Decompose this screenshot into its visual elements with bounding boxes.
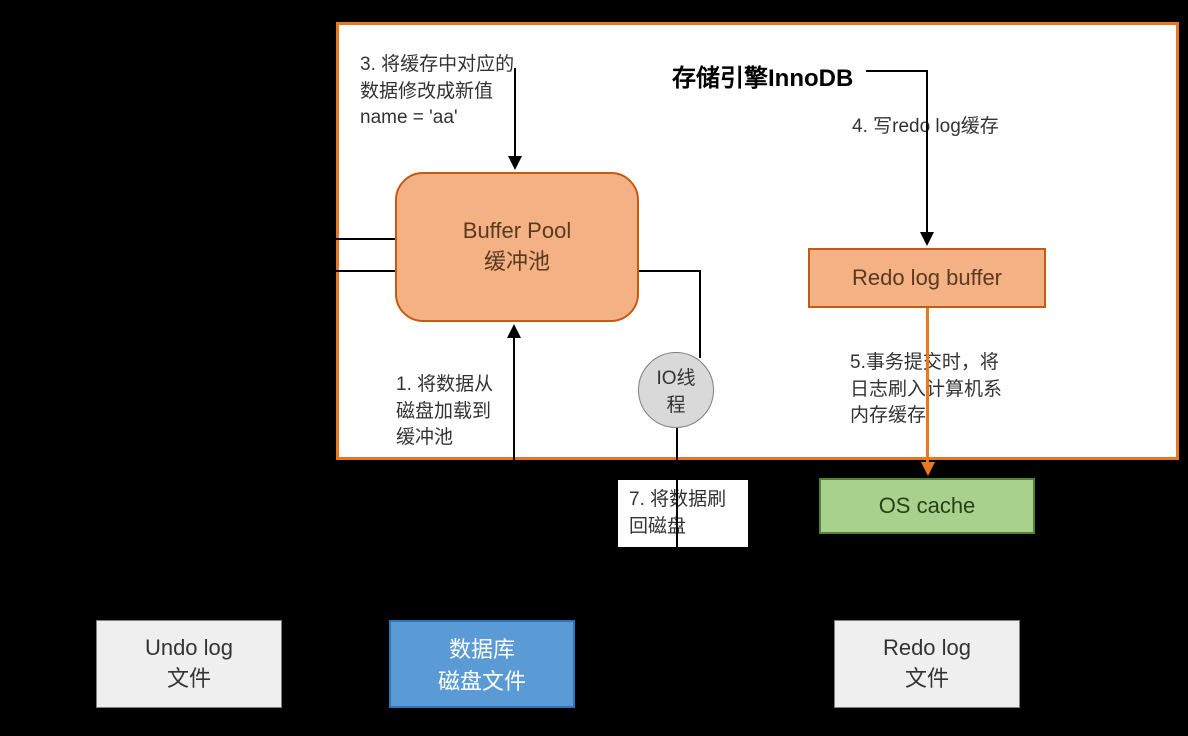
step1-line2: 磁盘加载到 xyxy=(396,399,526,426)
disk-file-box: 数据库 磁盘文件 xyxy=(389,620,575,708)
arrow-step4-h xyxy=(866,70,928,72)
step1-label: 1. 将数据从 磁盘加载到 缓冲池 xyxy=(396,372,526,452)
step3-label: 3. 将缓存中对应的 数据修改成新值 name = 'aa' xyxy=(360,52,540,132)
buffer-pool-box: Buffer Pool 缓冲池 xyxy=(395,172,639,322)
undo-file-box: Undo log 文件 xyxy=(96,620,282,708)
arrow-step5-line xyxy=(926,308,929,466)
arrow-step4-head xyxy=(920,232,934,246)
redo-file-line2: 文件 xyxy=(905,661,949,693)
arrow-step3-line xyxy=(514,68,516,160)
os-cache-line1: OS cache xyxy=(879,493,976,519)
step4-label: 4. 写redo log缓存 xyxy=(852,114,1032,141)
step4-line1: 4. 写redo log缓存 xyxy=(852,114,1032,141)
arrow-step6-line xyxy=(926,534,928,620)
arrow-step1-head xyxy=(507,324,521,338)
step1-line1: 1. 将数据从 xyxy=(396,372,526,399)
redo-file-box: Redo log 文件 xyxy=(834,620,1020,708)
bp-right-line xyxy=(639,270,701,272)
step5-line3: 内存缓存 xyxy=(850,403,1040,430)
title: 存储引擎InnoDB xyxy=(672,58,853,93)
arrow-step7-v xyxy=(676,428,678,662)
io-thread-line2: 程 xyxy=(666,390,685,417)
arrow-step7-h xyxy=(575,660,678,662)
step5-line1: 5.事务提交时，将 xyxy=(850,350,1040,377)
io-thread-line1: IO线 xyxy=(656,363,695,390)
step3-line2: 数据修改成新值 xyxy=(360,79,540,106)
redo-file-line1: Redo log xyxy=(883,635,971,661)
step5-line2: 日志刷入计算机系 xyxy=(850,377,1040,404)
redo-buffer-line1: Redo log buffer xyxy=(852,265,1002,291)
io-thread-box: IO线 程 xyxy=(638,352,714,428)
arrow-step4-v xyxy=(926,70,928,236)
step5-label: 5.事务提交时，将 日志刷入计算机系 内存缓存 xyxy=(850,350,1040,430)
redo-buffer-box: Redo log buffer xyxy=(808,248,1046,308)
buffer-pool-line1: Buffer Pool xyxy=(463,218,571,244)
step7-line1: 7. 将数据刷 xyxy=(629,487,737,514)
step3-line3: name = 'aa' xyxy=(360,105,540,132)
arrow-step1-line xyxy=(513,338,515,620)
step3-line1: 3. 将缓存中对应的 xyxy=(360,52,540,79)
undo-file-line2: 文件 xyxy=(167,661,211,693)
step1-line3: 缓冲池 xyxy=(396,425,526,452)
buffer-pool-line2: 缓冲池 xyxy=(484,244,550,276)
bp-right-v xyxy=(699,270,701,358)
step7-label: 7. 将数据刷 回磁盘 xyxy=(618,480,748,547)
title-text: 存储引擎InnoDB xyxy=(672,65,853,92)
arrow-step3-head xyxy=(508,156,522,170)
disk-file-line1: 数据库 xyxy=(449,632,515,664)
disk-file-line2: 磁盘文件 xyxy=(438,664,526,696)
bp-left-line1 xyxy=(336,238,395,240)
undo-file-line1: Undo log xyxy=(145,635,233,661)
arrow-step5-head xyxy=(921,462,935,476)
os-cache-box: OS cache xyxy=(819,478,1035,534)
step7-line2: 回磁盘 xyxy=(629,514,737,541)
bp-left-line2 xyxy=(336,270,395,272)
